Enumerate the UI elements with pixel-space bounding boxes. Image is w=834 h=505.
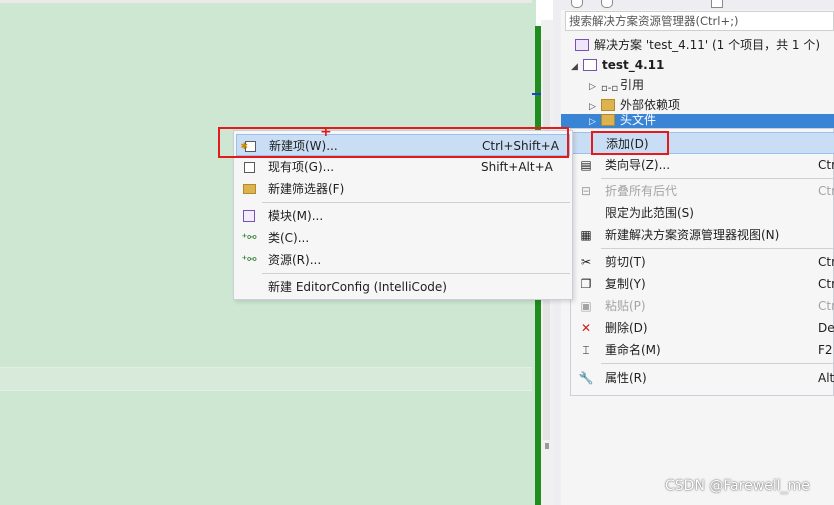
menu-item-label: 类(C)... <box>268 231 310 245</box>
menu-item-label: 新建筛选器(F) <box>268 182 345 196</box>
tree-item-label: test_4.11 <box>602 58 665 72</box>
project-icon <box>583 59 597 71</box>
menu-item-shortcut: Alt <box>818 371 834 385</box>
watermark-text: CSDN @Farewell_me <box>665 478 810 494</box>
menu-item-label: 重命名(M) <box>605 343 661 357</box>
menu-item-resource[interactable]: ⁺⚯ 资源(R)... <box>236 249 570 271</box>
menu-item-new-explorer-view[interactable]: ▦ 新建解决方案资源管理器视图(N) <box>571 224 834 246</box>
folder-icon <box>601 114 615 126</box>
tree-item-solution[interactable]: 解决方案 'test_4.11' (1 个项目，共 1 个) <box>575 35 820 55</box>
menu-item-copy[interactable]: ❐ 复制(Y) Ctr <box>571 273 834 295</box>
menu-item-scope-to-this[interactable]: 限定为此范围(S) <box>571 202 834 224</box>
collapse-all-icon: ⊟ <box>580 184 592 198</box>
menu-separator <box>601 363 834 364</box>
module-icon <box>240 205 258 227</box>
menu-item-label: 新建解决方案资源管理器视图(N) <box>605 228 780 242</box>
menu-item-class[interactable]: ⁺⚯ 类(C)... <box>236 227 570 249</box>
menu-separator <box>262 202 570 203</box>
menu-item-label: 折叠所有后代 <box>605 184 678 198</box>
scrollbar-marker <box>545 443 549 449</box>
scissors-icon: ✂ <box>580 255 592 269</box>
solution-context-menu: 添加(D) ▤ 类向导(Z)... Ctr ⊟ 折叠所有后代 Ctr 限定为此范… <box>570 128 834 396</box>
menu-item-properties[interactable]: 🔧 属性(R) Alt <box>571 367 834 389</box>
menu-item-label: 类向导(Z)... <box>605 158 671 172</box>
menu-item-label: 新建 EditorConfig (IntelliCode) <box>268 280 447 294</box>
class-wizard-icon: ▤ <box>580 158 592 172</box>
solution-explorer-toolbar <box>561 0 834 10</box>
tree-item-label: 解决方案 'test_4.11' (1 个项目，共 1 个) <box>594 38 821 52</box>
menu-item-label: 模块(M)... <box>268 209 324 223</box>
toolbar-icon[interactable] <box>571 0 583 8</box>
menu-item-shortcut: F2 <box>818 343 833 357</box>
copy-icon: ❐ <box>580 277 592 291</box>
toolbar-icon[interactable] <box>601 0 613 8</box>
menu-item-new-filter[interactable]: 新建筛选器(F) <box>236 178 570 200</box>
annotation-box-add <box>591 131 669 155</box>
menu-item-module[interactable]: 模块(M)... <box>236 205 570 227</box>
existing-item-icon <box>240 156 258 178</box>
solution-search-input[interactable]: 搜索解决方案资源管理器(Ctrl+;) <box>565 11 834 31</box>
tree-item-label: 外部依赖项 <box>620 98 681 112</box>
tree-item-label: 引用 <box>620 78 645 92</box>
tree-item-references[interactable]: ▷ ▫-▫ 引用 <box>589 75 644 95</box>
paste-icon: ▣ <box>580 299 592 313</box>
tree-item-label: 头文件 <box>620 113 657 127</box>
references-icon: ▫-▫ <box>601 83 619 94</box>
menu-item-shortcut: Ctr <box>818 158 834 172</box>
menu-item-delete[interactable]: ✕ 删除(D) De <box>571 317 834 339</box>
annotation-box-new-item <box>218 127 569 158</box>
menu-item-collapse-all[interactable]: ⊟ 折叠所有后代 Ctr <box>571 180 834 202</box>
wrench-icon: 🔧 <box>578 371 594 385</box>
menu-item-label: 粘贴(P) <box>605 299 646 313</box>
menu-item-class-wizard[interactable]: ▤ 类向导(Z)... Ctr <box>571 154 834 176</box>
menu-item-shortcut: Ctr <box>818 184 834 198</box>
editor-current-line-band <box>0 367 532 391</box>
menu-item-existing-item[interactable]: 现有项(G)... Shift+Alt+A <box>236 156 570 178</box>
rename-icon: ⌶ <box>582 343 590 357</box>
menu-item-label: 属性(R) <box>605 371 647 385</box>
menu-item-shortcut: Ctr <box>818 299 834 313</box>
collapse-arrow-icon[interactable]: ▷ <box>589 77 601 97</box>
menu-item-label: 删除(D) <box>605 321 648 335</box>
solution-icon <box>575 39 589 51</box>
expand-arrow-icon[interactable]: ◢ <box>571 57 583 77</box>
menu-item-label: 复制(Y) <box>605 277 646 291</box>
menu-item-shortcut: Ctr <box>818 255 834 269</box>
menu-separator <box>262 273 570 274</box>
menu-item-cut[interactable]: ✂ 剪切(T) Ctr <box>571 251 834 273</box>
menu-item-paste[interactable]: ▣ 粘贴(P) Ctr <box>571 295 834 317</box>
resource-icon: ⁺⚯ <box>241 253 257 266</box>
editor-top-line <box>0 0 532 3</box>
menu-item-shortcut: Shift+Alt+A <box>481 160 553 174</box>
menu-item-label: 限定为此范围(S) <box>605 206 694 220</box>
menu-item-label: 现有项(G)... <box>268 160 335 174</box>
toolbar-icon[interactable] <box>711 0 723 8</box>
tree-item-project[interactable]: ◢ test_4.11 <box>571 55 664 75</box>
collapse-arrow-icon[interactable]: ▷ <box>589 114 601 128</box>
menu-item-label: 资源(R)... <box>268 253 322 267</box>
menu-separator <box>601 178 834 179</box>
menu-item-label: 剪切(T) <box>605 255 646 269</box>
menu-item-new-editorconfig[interactable]: 新建 EditorConfig (IntelliCode) <box>236 276 570 298</box>
menu-separator <box>601 248 834 249</box>
menu-item-shortcut: De <box>818 321 834 335</box>
tree-item-header-files-label-row[interactable]: ▷ 头文件 <box>589 112 656 128</box>
new-filter-folder-icon <box>240 178 258 200</box>
annotation-plus-cursor: + <box>320 124 332 140</box>
class-icon: ⁺⚯ <box>241 231 257 244</box>
new-view-icon: ▦ <box>580 228 592 242</box>
delete-icon: ✕ <box>580 321 592 335</box>
menu-item-shortcut: Ctr <box>818 277 834 291</box>
folder-icon <box>601 99 615 111</box>
menu-item-rename[interactable]: ⌶ 重命名(M) F2 <box>571 339 834 361</box>
